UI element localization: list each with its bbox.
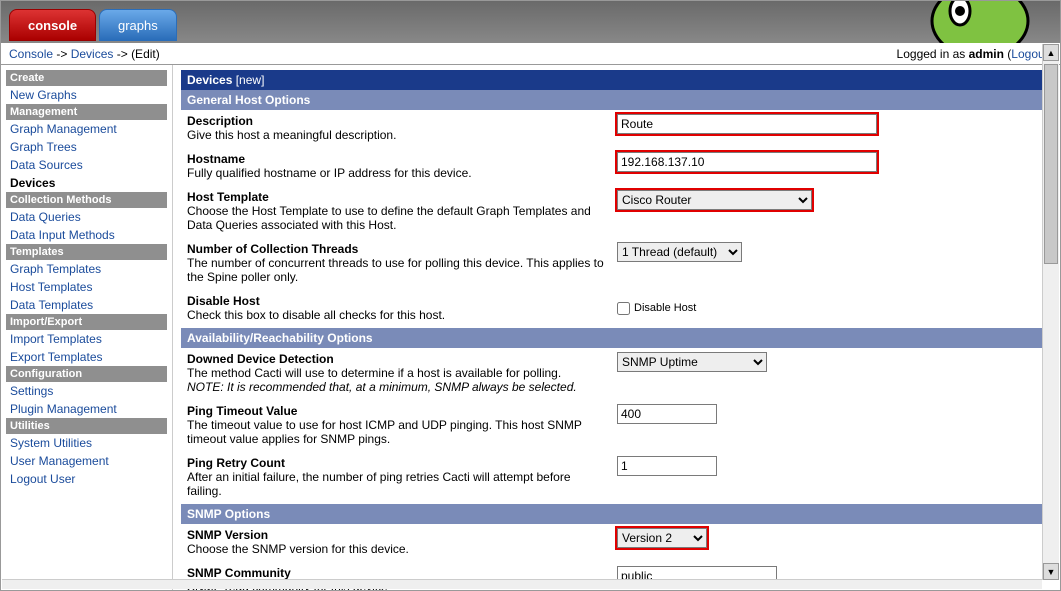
ping-timeout-label: Ping Timeout Value [187, 404, 297, 418]
sidebar-item-graph-trees[interactable]: Graph Trees [6, 138, 167, 156]
horizontal-scrollbar[interactable] [2, 579, 1042, 589]
sidebar-item-new-graphs[interactable]: New Graphs [6, 86, 167, 104]
sidebar-heading: Management [6, 104, 167, 120]
panel-title-sub: [new] [236, 73, 265, 87]
panel-title-main: Devices [187, 73, 232, 87]
ddd-select[interactable]: SNMP Uptime [617, 352, 767, 372]
ping-timeout-input[interactable] [617, 404, 717, 424]
sidebar-item-import-templates[interactable]: Import Templates [6, 330, 167, 348]
sidebar-heading: Configuration [6, 366, 167, 382]
tab-graphs[interactable]: graphs [99, 9, 177, 41]
top-tab-bar: console graphs [1, 1, 1060, 43]
sidebar-link[interactable]: Data Queries [10, 210, 81, 224]
sidebar-heading: Utilities [6, 418, 167, 434]
sidebar-link[interactable]: Export Templates [10, 350, 103, 364]
hostname-help: Fully qualified hostname or IP address f… [187, 166, 472, 180]
sidebar-link[interactable]: Host Templates [10, 280, 92, 294]
description-label: Description [187, 114, 253, 128]
snmp-community-label: SNMP Community [187, 566, 291, 580]
crumb-console[interactable]: Console [9, 47, 53, 61]
crumb-sep: -> [53, 47, 71, 61]
disable-label: Disable Host [187, 294, 260, 308]
crumb-devices[interactable]: Devices [71, 47, 114, 61]
sidebar-item-data-templates[interactable]: Data Templates [6, 296, 167, 314]
tab-console[interactable]: console [9, 9, 96, 41]
hostname-label: Hostname [187, 152, 245, 166]
sidebar-item-settings[interactable]: Settings [6, 382, 167, 400]
disable-text: Disable Host [634, 302, 696, 314]
sidebar-item-data-queries[interactable]: Data Queries [6, 208, 167, 226]
ping-retry-label: Ping Retry Count [187, 456, 285, 470]
sidebar-item-data-input-methods[interactable]: Data Input Methods [6, 226, 167, 244]
scroll-down-button[interactable]: ▼ [1043, 563, 1059, 580]
sidebar-heading: Import/Export [6, 314, 167, 330]
sidebar-link[interactable]: Plugin Management [10, 402, 117, 416]
sidebar-link[interactable]: Devices [10, 176, 55, 190]
threads-help: The number of concurrent threads to use … [187, 256, 604, 284]
sidebar-item-plugin-management[interactable]: Plugin Management [6, 400, 167, 418]
snmp-version-label: SNMP Version [187, 528, 268, 542]
breadcrumb-bar: Console -> Devices -> (Edit) Logged in a… [1, 43, 1060, 65]
sidebar-link[interactable]: New Graphs [10, 88, 77, 102]
host-template-select[interactable]: Cisco Router [617, 190, 812, 210]
threads-select[interactable]: 1 Thread (default) [617, 242, 742, 262]
content-panel: Devices [new] General Host Options Descr… [173, 65, 1060, 590]
sidebar-heading: Collection Methods [6, 192, 167, 208]
host-template-help: Choose the Host Template to use to defin… [187, 204, 591, 232]
disable-help: Check this box to disable all checks for… [187, 308, 445, 322]
section-snmp: SNMP Options [181, 504, 1052, 524]
sidebar-link[interactable]: Data Templates [10, 298, 93, 312]
sidebar-item-logout-user[interactable]: Logout User [6, 470, 167, 488]
section-general: General Host Options [181, 90, 1052, 110]
sidebar-link[interactable]: User Management [10, 454, 109, 468]
sidebar-link[interactable]: Settings [10, 384, 53, 398]
snmp-version-help: Choose the SNMP version for this device. [187, 542, 409, 556]
sidebar-item-devices[interactable]: Devices [6, 174, 167, 192]
sidebar-item-graph-management[interactable]: Graph Management [6, 120, 167, 138]
sidebar-heading: Create [6, 70, 167, 86]
crumb-edit: (Edit) [131, 47, 160, 61]
sidebar-item-data-sources[interactable]: Data Sources [6, 156, 167, 174]
threads-label: Number of Collection Threads [187, 242, 358, 256]
crumb-sep: -> [113, 47, 131, 61]
sidebar-item-export-templates[interactable]: Export Templates [6, 348, 167, 366]
hostname-input[interactable] [617, 152, 877, 172]
ping-retry-input[interactable] [617, 456, 717, 476]
sidebar-link[interactable]: Import Templates [10, 332, 102, 346]
panel-title: Devices [new] [181, 70, 1052, 90]
login-user: admin [969, 47, 1004, 61]
host-template-label: Host Template [187, 190, 269, 204]
sidebar-link[interactable]: Graph Templates [10, 262, 101, 276]
logo-cactus [920, 1, 1040, 43]
sidebar-link[interactable]: Data Sources [10, 158, 83, 172]
ping-timeout-help: The timeout value to use for host ICMP a… [187, 418, 582, 446]
ddd-label: Downed Device Detection [187, 352, 334, 366]
sidebar-link[interactable]: Graph Trees [10, 140, 77, 154]
sidebar-item-host-templates[interactable]: Host Templates [6, 278, 167, 296]
sidebar-link[interactable]: Logout User [10, 472, 75, 486]
ping-retry-help: After an initial failure, the number of … [187, 470, 571, 498]
vertical-scrollbar[interactable]: ▲ ▼ [1042, 44, 1059, 580]
section-availability: Availability/Reachability Options [181, 328, 1052, 348]
scroll-up-button[interactable]: ▲ [1043, 44, 1059, 61]
ddd-note: NOTE: It is recommended that, at a minim… [187, 380, 577, 394]
login-prefix: Logged in as [897, 47, 969, 61]
sidebar-heading: Templates [6, 244, 167, 260]
sidebar-item-user-management[interactable]: User Management [6, 452, 167, 470]
disable-checkbox[interactable] [617, 302, 630, 315]
description-input[interactable] [617, 114, 877, 134]
sidebar: Create New Graphs Management Graph Manageme… [1, 65, 173, 590]
scroll-thumb[interactable] [1044, 64, 1058, 264]
sidebar-item-system-utilities[interactable]: System Utilities [6, 434, 167, 452]
sidebar-item-graph-templates[interactable]: Graph Templates [6, 260, 167, 278]
sidebar-link[interactable]: Graph Management [10, 122, 117, 136]
description-help: Give this host a meaningful description. [187, 128, 396, 142]
sidebar-link[interactable]: Data Input Methods [10, 228, 115, 242]
ddd-help: The method Cacti will use to determine i… [187, 366, 561, 380]
snmp-version-select[interactable]: Version 2 [617, 528, 707, 548]
sidebar-link[interactable]: System Utilities [10, 436, 92, 450]
